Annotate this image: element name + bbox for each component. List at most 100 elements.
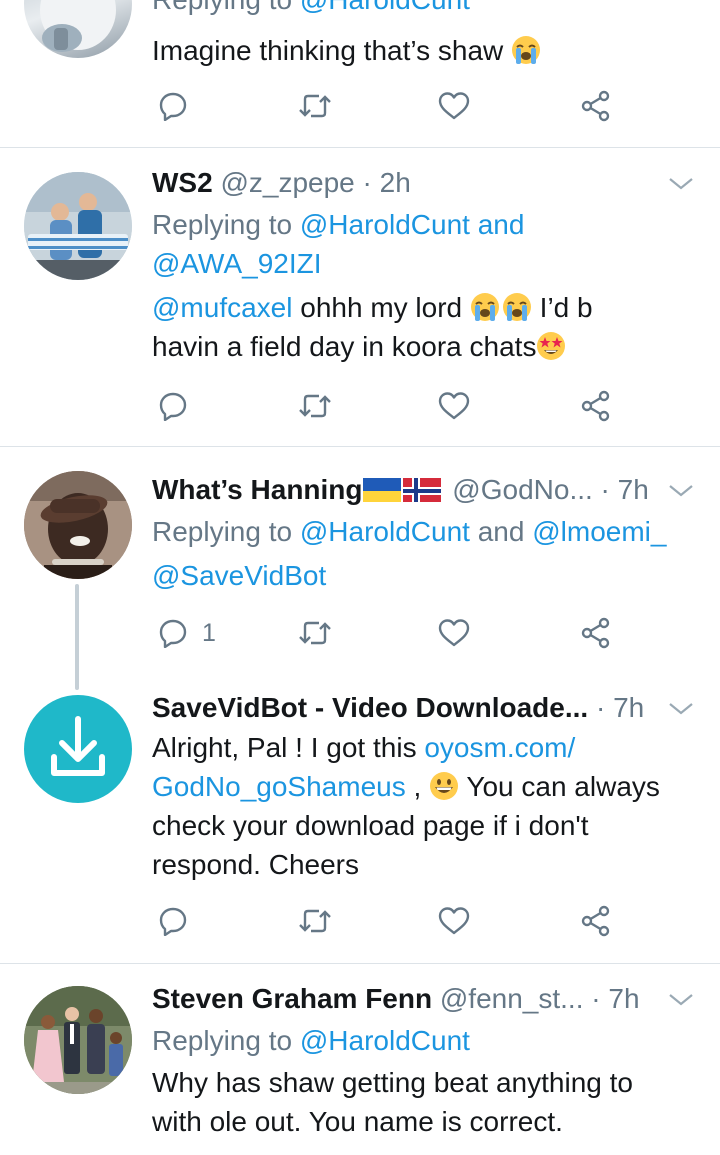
tweet-4[interactable]: SaveVidBot - Video Downloade... · 7h Alr… bbox=[0, 685, 720, 963]
retweet-icon bbox=[299, 394, 331, 418]
retweet-button[interactable] bbox=[297, 384, 333, 428]
reply-mention-link[interactable]: @HaroldCunt bbox=[300, 209, 470, 240]
user-handle[interactable]: @GodNo... bbox=[452, 474, 592, 505]
tweet-menu-button[interactable] bbox=[666, 164, 696, 202]
tweet-menu-button[interactable] bbox=[666, 471, 696, 509]
like-icon bbox=[438, 619, 470, 647]
reply-mention-link[interactable]: @HaroldCunt bbox=[300, 1025, 470, 1056]
like-button[interactable] bbox=[438, 899, 470, 943]
reply-mention-link[interactable]: @lmoemi_ bbox=[532, 516, 666, 547]
tweet-text-content: havin a field day in koora chats bbox=[152, 331, 537, 362]
display-name[interactable]: What’s Hanning bbox=[152, 474, 363, 505]
share-button[interactable] bbox=[580, 384, 612, 428]
tweet-text-content: check your download page if i don't bbox=[152, 810, 589, 841]
tweet-5[interactable]: Steven Graham Fenn @fenn_st... · 7h Repl… bbox=[0, 964, 720, 1155]
tweet-text: Alright, Pal ! I got this oyosm.com/ God… bbox=[152, 728, 696, 884]
share-icon bbox=[581, 905, 610, 937]
avatar[interactable] bbox=[24, 471, 132, 579]
tweet-1[interactable]: Replying to @HaroldCunt Imagine thinking… bbox=[0, 0, 720, 148]
reply-mention-link[interactable]: @SaveVidBot bbox=[152, 560, 326, 591]
norway-flag bbox=[402, 476, 441, 502]
tweet-text-content: , bbox=[405, 771, 430, 802]
tweet-text-content: I’d b bbox=[531, 292, 593, 323]
url-link[interactable]: GodNo_goShameus bbox=[152, 771, 406, 802]
tweet-text: Imagine thinking that’s shaw bbox=[152, 31, 541, 70]
display-name[interactable]: SaveVidBot - Video Downloade... bbox=[152, 692, 588, 723]
reply-context: Replying to @HaroldCunt bbox=[152, 1021, 696, 1060]
tweet-text-content: ohhh my lord bbox=[292, 292, 470, 323]
reply-icon bbox=[159, 392, 187, 421]
retweet-icon bbox=[299, 909, 331, 933]
timestamp[interactable]: 7h bbox=[618, 474, 649, 505]
reply-label: Replying to bbox=[152, 0, 300, 15]
tweet-menu-button[interactable] bbox=[666, 689, 696, 727]
reply-and: and bbox=[469, 516, 533, 547]
tweet-header: WS2 @z_zpepe · 2h bbox=[152, 164, 696, 202]
reply-count: 1 bbox=[202, 618, 216, 647]
tweet-text: @mufcaxel ohhh my lord I’d b havin a fie… bbox=[152, 288, 696, 366]
reply-button[interactable] bbox=[158, 899, 188, 943]
tweet-3[interactable]: What’s Hanning @GodNo... · 7h Replying t… bbox=[0, 447, 720, 685]
like-button[interactable] bbox=[438, 84, 470, 128]
timestamp[interactable]: 2h bbox=[380, 167, 411, 198]
display-name[interactable]: WS2 bbox=[152, 167, 213, 198]
like-icon bbox=[438, 392, 470, 420]
chevron-down-icon bbox=[669, 178, 693, 190]
ukraine-flag bbox=[362, 476, 401, 502]
url-link[interactable]: oyosm.com/ bbox=[424, 732, 575, 763]
avatar[interactable] bbox=[24, 695, 132, 803]
tweet-text-content: Why has shaw getting beat anything to bbox=[152, 1067, 633, 1098]
tweet-actions bbox=[152, 84, 622, 128]
tweet-header: SaveVidBot - Video Downloade... · 7h bbox=[152, 689, 696, 727]
chevron-down-icon bbox=[669, 485, 693, 497]
retweet-button[interactable] bbox=[297, 899, 333, 943]
tweet-menu-button[interactable] bbox=[666, 980, 696, 1018]
retweet-button[interactable] bbox=[297, 84, 333, 128]
tweet-header: What’s Hanning @GodNo... · 7h bbox=[152, 471, 696, 509]
like-button[interactable] bbox=[438, 611, 470, 655]
tweet-text-content: You can always bbox=[459, 771, 660, 802]
timestamp[interactable]: 7h bbox=[613, 692, 644, 723]
chevron-down-icon bbox=[669, 703, 693, 715]
reply-mention-link[interactable]: @HaroldCunt bbox=[300, 0, 470, 15]
loudly-crying-face-emoji bbox=[511, 35, 541, 65]
reply-context: Replying to @HaroldCunt and @AWA_92IZI bbox=[152, 205, 696, 283]
tweet-2[interactable]: WS2 @z_zpepe · 2h Replying to @HaroldCun… bbox=[0, 148, 720, 446]
reply-button[interactable] bbox=[158, 384, 188, 428]
tweet-text-content: Alright, Pal ! I got this bbox=[152, 732, 425, 763]
grinning-face-emoji bbox=[429, 771, 459, 801]
reply-button[interactable] bbox=[158, 84, 188, 128]
avatar[interactable] bbox=[24, 0, 132, 58]
reply-mention-link[interactable]: @AWA_92IZI bbox=[152, 248, 322, 279]
reply-mention-link[interactable]: @HaroldCunt bbox=[300, 516, 470, 547]
reply-label: Replying to bbox=[152, 209, 300, 240]
user-handle[interactable]: @z_zpepe bbox=[220, 167, 354, 198]
user-handle[interactable]: @fenn_st... bbox=[440, 983, 584, 1014]
share-button[interactable] bbox=[580, 899, 612, 943]
reply-button[interactable]: 1 bbox=[158, 611, 216, 655]
chevron-down-icon bbox=[669, 994, 693, 1006]
share-button[interactable] bbox=[580, 611, 612, 655]
display-name[interactable]: Steven Graham Fenn bbox=[152, 983, 432, 1014]
share-button[interactable] bbox=[580, 84, 612, 128]
separator: · bbox=[354, 167, 380, 198]
reply-others-link[interactable]: and bbox=[470, 209, 525, 240]
timestamp[interactable]: 7h bbox=[608, 983, 639, 1014]
separator: · bbox=[588, 692, 614, 723]
avatar[interactable] bbox=[24, 986, 132, 1094]
reply-icon bbox=[159, 92, 187, 121]
tweet-text-content: with ole out. You name is correct. bbox=[152, 1106, 563, 1137]
mention-link[interactable]: @mufcaxel bbox=[152, 292, 292, 323]
star-struck-emoji bbox=[536, 331, 566, 361]
share-icon bbox=[581, 390, 610, 422]
loudly-crying-face-emoji bbox=[502, 292, 532, 322]
retweet-icon bbox=[299, 94, 331, 118]
separator: · bbox=[583, 983, 609, 1014]
reply-label: Replying to bbox=[152, 1025, 300, 1056]
avatar[interactable] bbox=[24, 172, 132, 280]
tweet-actions: 1 bbox=[152, 611, 622, 655]
retweet-button[interactable] bbox=[297, 611, 333, 655]
like-button[interactable] bbox=[438, 384, 470, 428]
tweet-header: Steven Graham Fenn @fenn_st... · 7h bbox=[152, 980, 696, 1018]
retweet-icon bbox=[299, 621, 331, 645]
